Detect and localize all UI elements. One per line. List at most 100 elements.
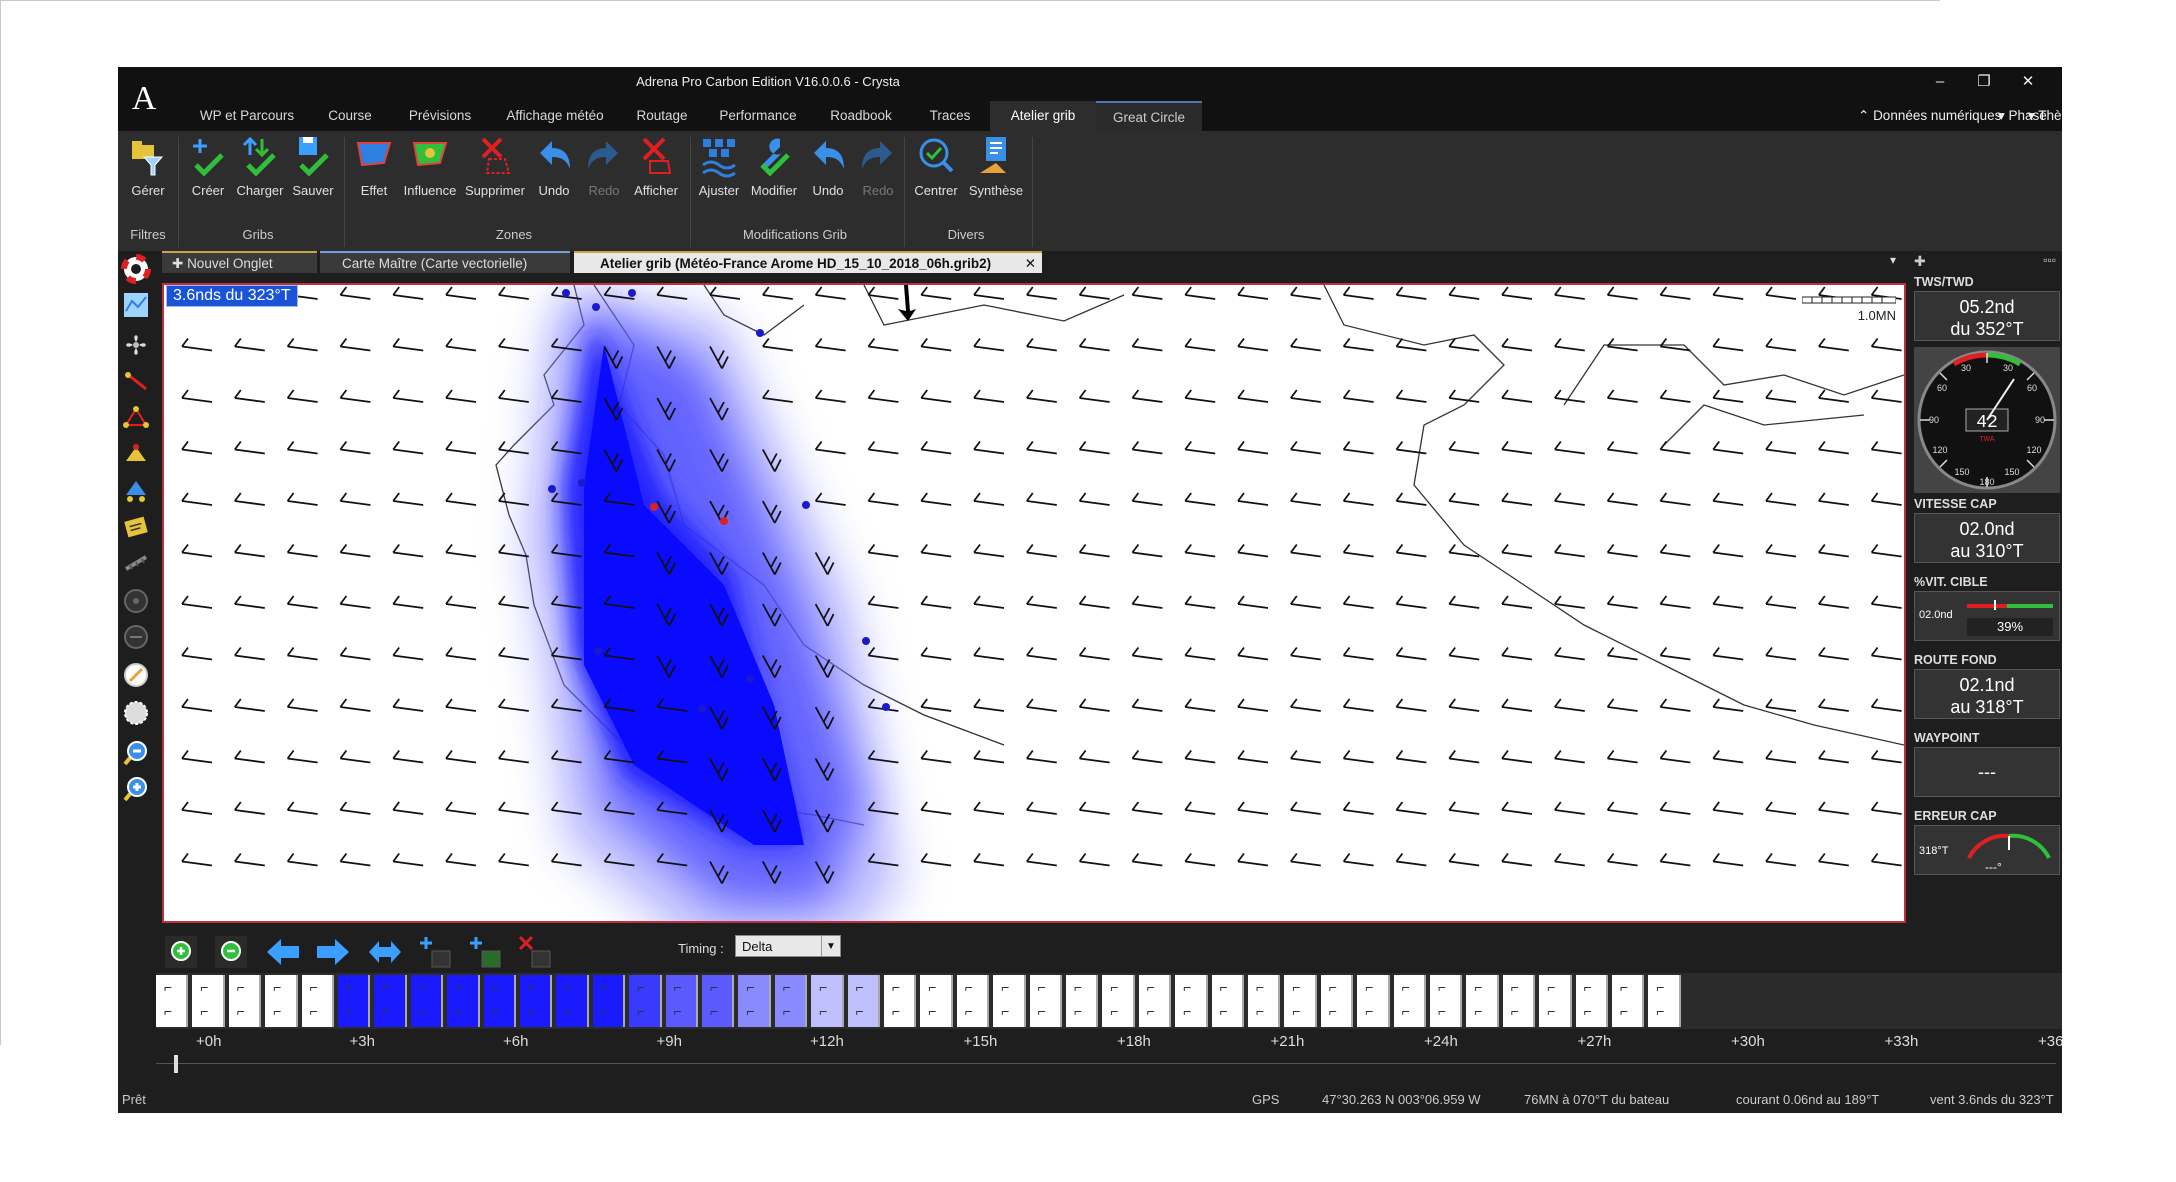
new-tab-button[interactable]: ✚ Nouvel Onglet xyxy=(162,251,317,273)
save-button[interactable]: Sauver xyxy=(288,135,338,215)
add-instrument-icon[interactable]: ✚ xyxy=(1914,253,1926,270)
zoom-out-icon[interactable] xyxy=(120,735,152,771)
time-step-cell[interactable]: ⌐ ⌐ xyxy=(410,975,444,1027)
tab-performance[interactable]: Performance xyxy=(704,101,812,131)
time-step-cell[interactable]: ⌐ ⌐ xyxy=(265,975,298,1027)
time-step-cell[interactable]: ⌐ ⌐ xyxy=(520,975,553,1027)
time-step-cell[interactable]: ⌐ ⌐ xyxy=(884,975,917,1027)
zoom-in-icon[interactable] xyxy=(120,771,152,807)
tab-routage[interactable]: Routage xyxy=(620,101,704,131)
time-step-cell[interactable]: ⌐ ⌐ xyxy=(1102,975,1135,1027)
time-step-cell[interactable]: ⌐ ⌐ xyxy=(156,975,189,1027)
time-step-cell[interactable]: ⌐ ⌐ xyxy=(811,975,844,1027)
time-step-cell[interactable]: ⌐ ⌐ xyxy=(920,975,953,1027)
timeline-remove-button[interactable] xyxy=(516,933,554,971)
tab-previsions[interactable]: Prévisions xyxy=(390,101,490,131)
zone-control-point[interactable] xyxy=(698,705,706,713)
redo-button[interactable]: Redo xyxy=(582,135,626,215)
timeline-zoom-out-button[interactable] xyxy=(212,933,250,971)
timeline-add-green-button[interactable] xyxy=(466,933,504,971)
timeline-add-button[interactable] xyxy=(416,933,454,971)
close-tab-icon[interactable]: ✕ xyxy=(1025,253,1036,275)
time-step-cell[interactable]: ⌐ ⌐ xyxy=(228,975,262,1027)
notes-icon[interactable] xyxy=(120,509,152,545)
tab-traces[interactable]: Traces xyxy=(910,101,990,131)
time-step-cell[interactable]: ⌐ ⌐ xyxy=(1612,975,1645,1027)
time-step-cell[interactable]: ⌐ ⌐ xyxy=(1138,975,1172,1027)
time-slider-track[interactable] xyxy=(156,1063,2056,1064)
minimize-button[interactable]: – xyxy=(1918,67,1962,97)
compass-icon[interactable] xyxy=(120,657,152,693)
zoom-area-icon[interactable] xyxy=(120,695,152,731)
zone-control-point[interactable] xyxy=(650,503,658,511)
timeline-zoom-in-button[interactable] xyxy=(162,933,200,971)
zone-control-point[interactable] xyxy=(594,647,602,655)
timeline-back-button[interactable] xyxy=(264,933,302,971)
tab-grib-workshop[interactable]: Atelier grib (Météo-France Arome HD_15_1… xyxy=(574,251,1042,273)
time-step-cell[interactable]: ⌐ ⌐ xyxy=(1430,975,1463,1027)
time-step-cell[interactable]: ⌐ ⌐ xyxy=(665,975,698,1027)
app-logo[interactable]: A xyxy=(118,67,170,131)
manage-button[interactable]: Gérer xyxy=(126,135,170,215)
time-step-cell[interactable]: ⌐ ⌐ xyxy=(702,975,735,1027)
wind-field-layer[interactable] xyxy=(164,285,1904,921)
time-step-cell[interactable]: ⌐ ⌐ xyxy=(629,975,662,1027)
zone-control-point[interactable] xyxy=(548,485,556,493)
time-step-cell[interactable]: ⌐ ⌐ xyxy=(774,975,808,1027)
timing-select[interactable]: Delta ▼ xyxy=(735,935,841,957)
close-button[interactable]: ✕ xyxy=(2006,67,2050,97)
chart-icon[interactable] xyxy=(120,287,152,323)
boat-group-icon[interactable] xyxy=(120,473,152,509)
synthesis-button[interactable]: Synthèse xyxy=(966,135,1026,215)
grib-undo-button[interactable]: Undo xyxy=(806,135,850,215)
time-step-cell[interactable]: ⌐ ⌐ xyxy=(1502,975,1536,1027)
time-step-cell[interactable]: ⌐ ⌐ xyxy=(1575,975,1608,1027)
numeric-data-menu[interactable]: ⌃ Données numériques xyxy=(1858,101,2001,131)
zone-control-point[interactable] xyxy=(720,517,728,525)
zone-control-point[interactable] xyxy=(562,289,570,297)
lifebuoy-icon[interactable] xyxy=(120,251,152,287)
time-step-cell[interactable]: ⌐ ⌐ xyxy=(1211,975,1244,1027)
delete-button[interactable]: Supprimer xyxy=(460,135,530,215)
zone-control-point[interactable] xyxy=(802,501,810,509)
waypoints-icon[interactable] xyxy=(120,399,152,435)
time-step-cell[interactable]: ⌐ ⌐ xyxy=(847,975,880,1027)
time-step-cell[interactable]: ⌐ ⌐ xyxy=(301,975,334,1027)
zone-control-point[interactable] xyxy=(628,289,636,297)
panel-options-icon[interactable]: ▫▫▫ xyxy=(2043,253,2056,267)
tab-affichage-meteo[interactable]: Affichage météo xyxy=(490,101,620,131)
time-step-cell[interactable]: ⌐ ⌐ xyxy=(1320,975,1354,1027)
time-step-cell[interactable]: ⌐ ⌐ xyxy=(447,975,480,1027)
route-icon[interactable] xyxy=(120,363,152,399)
time-step-cell[interactable]: ⌐ ⌐ xyxy=(1466,975,1499,1027)
theme-menu-label[interactable]: ▾ Thème xyxy=(2028,101,2062,131)
zone-control-point[interactable] xyxy=(756,329,764,337)
time-step-cell[interactable]: ⌐ ⌐ xyxy=(1175,975,1208,1027)
time-step-cell[interactable]: ⌐ ⌐ xyxy=(592,975,626,1027)
time-step-cell[interactable]: ⌐ ⌐ xyxy=(483,975,516,1027)
time-step-cell[interactable]: ⌐ ⌐ xyxy=(1284,975,1317,1027)
tab-atelier-grib[interactable]: Atelier grib xyxy=(990,101,1096,131)
time-step-cell[interactable]: ⌐ ⌐ xyxy=(956,975,990,1027)
measure-icon[interactable] xyxy=(120,545,152,581)
dial-icon[interactable] xyxy=(120,619,152,655)
tab-master-chart[interactable]: Carte Maître (Carte vectorielle) xyxy=(320,251,570,273)
influence-button[interactable]: Influence xyxy=(402,135,458,215)
time-step-cell[interactable]: ⌐ ⌐ xyxy=(1539,975,1572,1027)
time-slider-thumb[interactable] xyxy=(174,1055,178,1073)
grib-redo-button[interactable]: Redo xyxy=(856,135,900,215)
tab-roadbook[interactable]: Roadbook xyxy=(812,101,910,131)
time-step-cell[interactable]: ⌐ ⌐ xyxy=(1248,975,1281,1027)
zone-control-point[interactable] xyxy=(592,303,600,311)
time-step-cell[interactable]: ⌐ ⌐ xyxy=(556,975,589,1027)
time-steps-strip[interactable]: ⌐ ⌐ ⌐ ⌐ ⌐ ⌐ ⌐ ⌐ ⌐ ⌐ ⌐ ⌐ ⌐ ⌐ ⌐ ⌐ ⌐ ⌐ ⌐ ⌐ ⌐ ⌐ ⌐ ⌐ ⌐ ⌐ ⌐ ⌐ ⌐ ⌐ ⌐ ⌐ ⌐ ⌐ ⌐ ⌐ ⌐ ⌐ ⌐ ⌐… xyxy=(156,973,2062,1029)
fan-icon[interactable] xyxy=(120,327,152,363)
time-step-cell[interactable]: ⌐ ⌐ xyxy=(1648,975,1681,1027)
effect-button[interactable]: Effet xyxy=(352,135,396,215)
polygon-icon[interactable] xyxy=(120,437,152,473)
tab-course[interactable]: Course xyxy=(310,101,390,131)
center-button[interactable]: Centrer xyxy=(908,135,964,215)
timeline-expand-button[interactable] xyxy=(366,933,404,971)
tabs-dropdown-icon[interactable]: ▾ xyxy=(1890,253,1896,267)
zone-control-point[interactable] xyxy=(862,637,870,645)
